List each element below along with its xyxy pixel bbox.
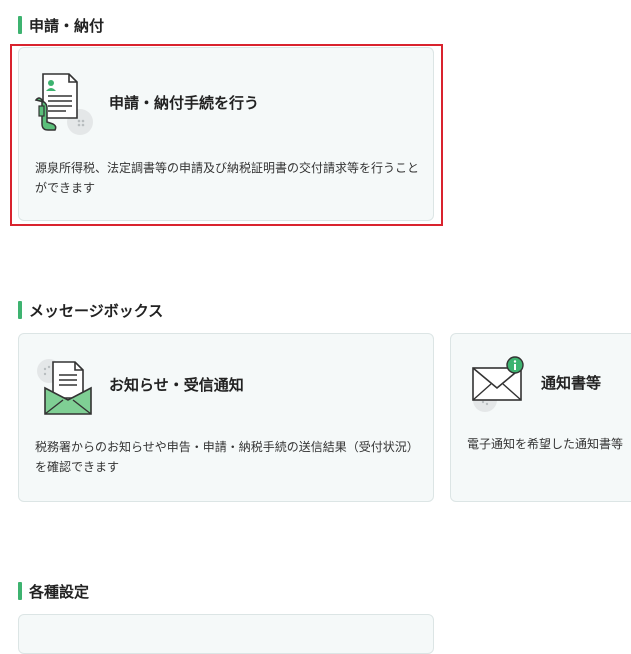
notification-documents-description: 電子通知を希望した通知書等 [467,437,624,451]
notification-documents-title: 通知書等 [541,374,602,392]
section-accent-bar [18,582,22,600]
section-heading-messagebox: メッセージボックス [18,300,163,320]
envelope-letter-icon [37,359,92,415]
notices-card[interactable]: お知らせ・受信通知 税務署からのお知らせや申告・申請・納税手続の送信結果（受付状… [18,333,434,502]
section-heading-apply-text: 申請・納付 [29,16,105,35]
document-hand-icon [34,73,93,135]
apply-procedure-card[interactable]: 申請・納付手続を行う 源泉所得税、法定調書等の申請及び納税証明書の交付請求等を行… [18,47,434,221]
section-heading-settings-text: 各種設定 [29,582,90,601]
section-accent-bar [18,301,22,319]
section-accent-bar [18,16,22,34]
section-heading-settings: 各種設定 [18,581,89,601]
apply-procedure-title: 申請・納付手続を行う [109,94,260,112]
notification-documents-card[interactable]: 通知書等 電子通知を希望した通知書等 [450,333,631,502]
apply-procedure-description: 源泉所得税、法定調書等の申請及び納税証明書の交付請求等を行うことができます [35,161,420,195]
section-heading-messagebox-text: メッセージボックス [29,301,164,320]
envelope-info-icon [472,356,524,412]
notices-description: 税務署からのお知らせや申告・申請・納税手続の送信結果（受付状況）を確認できます [35,440,419,474]
settings-card[interactable] [18,614,434,654]
section-heading-apply: 申請・納付 [18,15,104,35]
notices-title: お知らせ・受信通知 [109,376,244,394]
